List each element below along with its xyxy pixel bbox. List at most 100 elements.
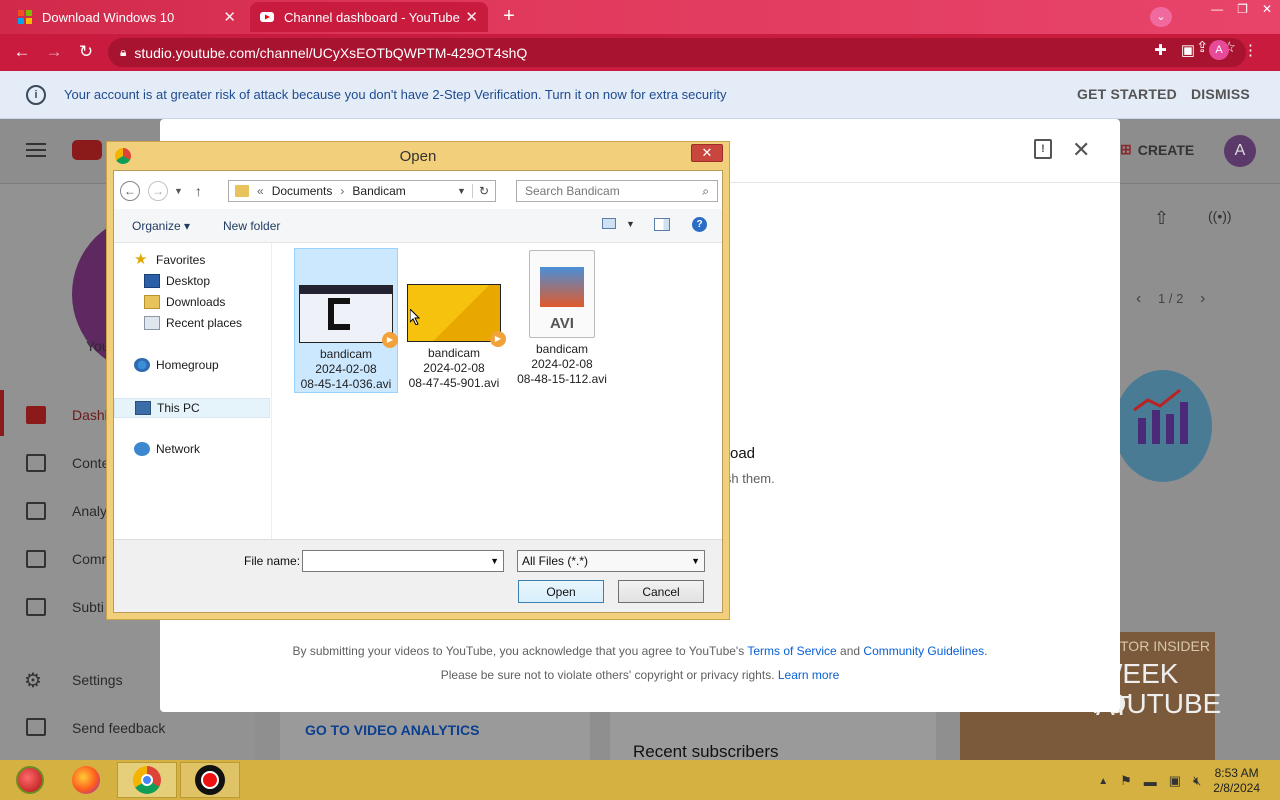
minimize-icon[interactable]: — <box>1211 2 1223 20</box>
view-dropdown-icon[interactable]: ▼ <box>626 219 635 229</box>
dialog-close-button[interactable]: ✕ <box>691 144 723 162</box>
file-name-label: File name: <box>244 554 301 568</box>
sidebar-item-analytics[interactable]: Analy <box>72 503 107 519</box>
sidebar-item-settings[interactable]: Settings <box>72 672 123 688</box>
close-tab-icon[interactable]: ✕ <box>223 8 236 26</box>
upload-icon[interactable]: ⇧ <box>1154 208 1169 229</box>
chevron-down-icon[interactable]: ⌄ <box>1150 7 1172 27</box>
banner-message: Your account is at greater risk of attac… <box>64 87 727 102</box>
new-tab-icon[interactable]: + <box>498 6 520 28</box>
dialog-titlebar[interactable]: Open <box>107 142 729 170</box>
network-tray-icon[interactable]: ▣ <box>1169 773 1181 789</box>
live-icon[interactable]: ((•)) <box>1208 208 1232 224</box>
file-ext: 08-48-15-112.avi <box>517 372 607 386</box>
up-arrow-icon[interactable]: ↑ <box>195 183 202 199</box>
youtube-logo[interactable] <box>72 140 102 160</box>
profile-avatar[interactable]: A <box>1209 40 1229 60</box>
help-icon[interactable]: ? <box>692 217 707 232</box>
get-started-button[interactable]: GET STARTED <box>1077 86 1177 102</box>
volume-muted-icon[interactable]: 🔇︎ <box>1193 773 1201 789</box>
bandicam-icon[interactable] <box>180 762 240 798</box>
organize-button[interactable]: Organize ▾ <box>132 219 190 233</box>
upload-terms: By submitting your videos to YouTube, yo… <box>160 639 1120 687</box>
path-overflow[interactable]: « <box>257 184 264 198</box>
nav-recent-places[interactable]: Recent places <box>144 316 242 330</box>
film-strip-icon <box>540 267 584 307</box>
power-icon[interactable]: ▬ <box>1144 774 1157 789</box>
chevron-right-icon[interactable]: › <box>1200 290 1205 308</box>
open-button[interactable]: Open <box>518 580 604 603</box>
forward-arrow-icon[interactable]: → <box>148 181 168 201</box>
preview-pane-icon[interactable] <box>654 218 670 231</box>
tab-channel-dashboard[interactable]: Channel dashboard - YouTube St ✕ <box>250 2 488 32</box>
close-tab-icon[interactable]: ✕ <box>465 8 478 26</box>
nav-downloads[interactable]: Downloads <box>144 295 225 309</box>
file-item[interactable]: AVI bandicam 2024-02-08 08-48-15-112.avi <box>510 248 614 393</box>
back-icon[interactable]: ← <box>10 40 34 64</box>
breadcrumb-documents[interactable]: Documents <box>272 184 333 198</box>
file-type-dropdown-icon[interactable]: ▼ <box>691 556 700 566</box>
action-center-flag-icon[interactable]: ⚑ <box>1120 773 1132 789</box>
feedback-flag-icon[interactable]: ! <box>1034 139 1052 159</box>
dialog-title: Open <box>399 147 437 165</box>
breadcrumb-bandicam[interactable]: Bandicam <box>352 184 405 198</box>
terms-line: By submitting your videos to YouTube, yo… <box>160 639 1120 663</box>
sidepanel-icon[interactable]: ▣ <box>1181 41 1195 59</box>
nav-network[interactable]: Network <box>134 442 200 456</box>
create-label: CREATE <box>1137 141 1195 158</box>
tab-download-windows[interactable]: Download Windows 10 ✕ <box>8 2 246 32</box>
network-icon <box>134 442 150 456</box>
recent-subscribers-title: Recent subscribers <box>633 742 779 761</box>
address-bar[interactable]: 🔒︎ studio.youtube.com/channel/UCyXsEOTbQ… <box>108 38 1246 67</box>
tray-expand-icon[interactable]: ▲ <box>1098 776 1108 787</box>
file-name-dropdown-icon[interactable]: ▼ <box>490 556 499 566</box>
file-type-select[interactable]: All Files (*.*) ▼ <box>517 550 705 572</box>
file-list: ▶ bandicam 2024-02-08 08-45-14-036.avi ▶… <box>284 243 722 539</box>
hamburger-menu-icon[interactable] <box>26 143 46 157</box>
path-dropdown-icon[interactable]: ▼ <box>451 186 472 196</box>
close-modal-icon[interactable]: ✕ <box>1072 137 1090 163</box>
nav-this-pc[interactable]: This PC <box>114 398 270 418</box>
nav-homegroup[interactable]: Homegroup <box>134 358 219 372</box>
taskbar-clock[interactable]: 8:53 AM 2/8/2024 <box>1213 766 1260 796</box>
path-bar[interactable]: « Documents › Bandicam ▼ ↻ <box>228 180 496 202</box>
chevron-left-icon[interactable]: ‹ <box>1136 290 1141 308</box>
extensions-icon[interactable]: ✚ <box>1154 41 1167 59</box>
dismiss-button[interactable]: DISMISS <box>1191 86 1250 102</box>
create-button[interactable]: ⊞ CREATE <box>1120 141 1194 158</box>
channel-avatar[interactable]: A <box>1224 135 1256 167</box>
feedback-icon <box>26 718 46 736</box>
dialog-footer: File name: ▼ All Files (*.*) ▼ Open Canc… <box>114 539 722 612</box>
search-bandicam-input[interactable]: Search Bandicam ⌕ <box>516 180 718 202</box>
cancel-button[interactable]: Cancel <box>618 580 704 603</box>
recent-locations-icon[interactable]: ▼ <box>174 186 183 196</box>
restore-icon[interactable]: ❐ <box>1237 2 1248 20</box>
nav-favorites[interactable]: ★ Favorites <box>134 252 205 267</box>
file-name-input[interactable]: ▼ <box>302 550 504 572</box>
learn-more-link[interactable]: Learn more <box>778 668 839 682</box>
go-to-video-analytics-link[interactable]: GO TO VIDEO ANALYTICS <box>305 722 480 738</box>
reload-icon[interactable]: ↻ <box>74 40 98 64</box>
thumb-shape <box>328 298 350 330</box>
file-type-value: All Files (*.*) <box>522 554 589 568</box>
file-item[interactable]: ▶ bandicam 2024-02-08 08-45-14-036.avi <box>294 248 398 393</box>
community-guidelines-link[interactable]: Community Guidelines <box>863 644 984 658</box>
firefox-icon[interactable] <box>56 762 116 798</box>
chrome-taskbar-icon[interactable] <box>117 762 177 798</box>
homegroup-icon <box>134 358 150 372</box>
back-arrow-icon[interactable]: ← <box>120 181 140 201</box>
close-window-icon[interactable]: ✕ <box>1262 2 1272 20</box>
sidebar-item-subtitles[interactable]: Subti <box>72 599 104 615</box>
menu-kebab-icon[interactable]: ⋮ <box>1243 41 1258 59</box>
change-view-icon[interactable] <box>602 218 616 229</box>
new-folder-button[interactable]: New folder <box>223 219 280 233</box>
nav-label: Downloads <box>166 295 226 309</box>
terms-of-service-link[interactable]: Terms of Service <box>747 644 836 658</box>
start-orb-icon[interactable] <box>0 762 60 798</box>
nav-label: Desktop <box>166 274 211 288</box>
forward-icon[interactable]: → <box>42 40 66 64</box>
refresh-icon[interactable]: ↻ <box>471 184 495 198</box>
sidebar-item-send-feedback[interactable]: Send feedback <box>72 720 165 736</box>
nav-desktop[interactable]: Desktop <box>144 274 210 288</box>
sidebar-item-content[interactable]: Conte <box>72 455 109 471</box>
